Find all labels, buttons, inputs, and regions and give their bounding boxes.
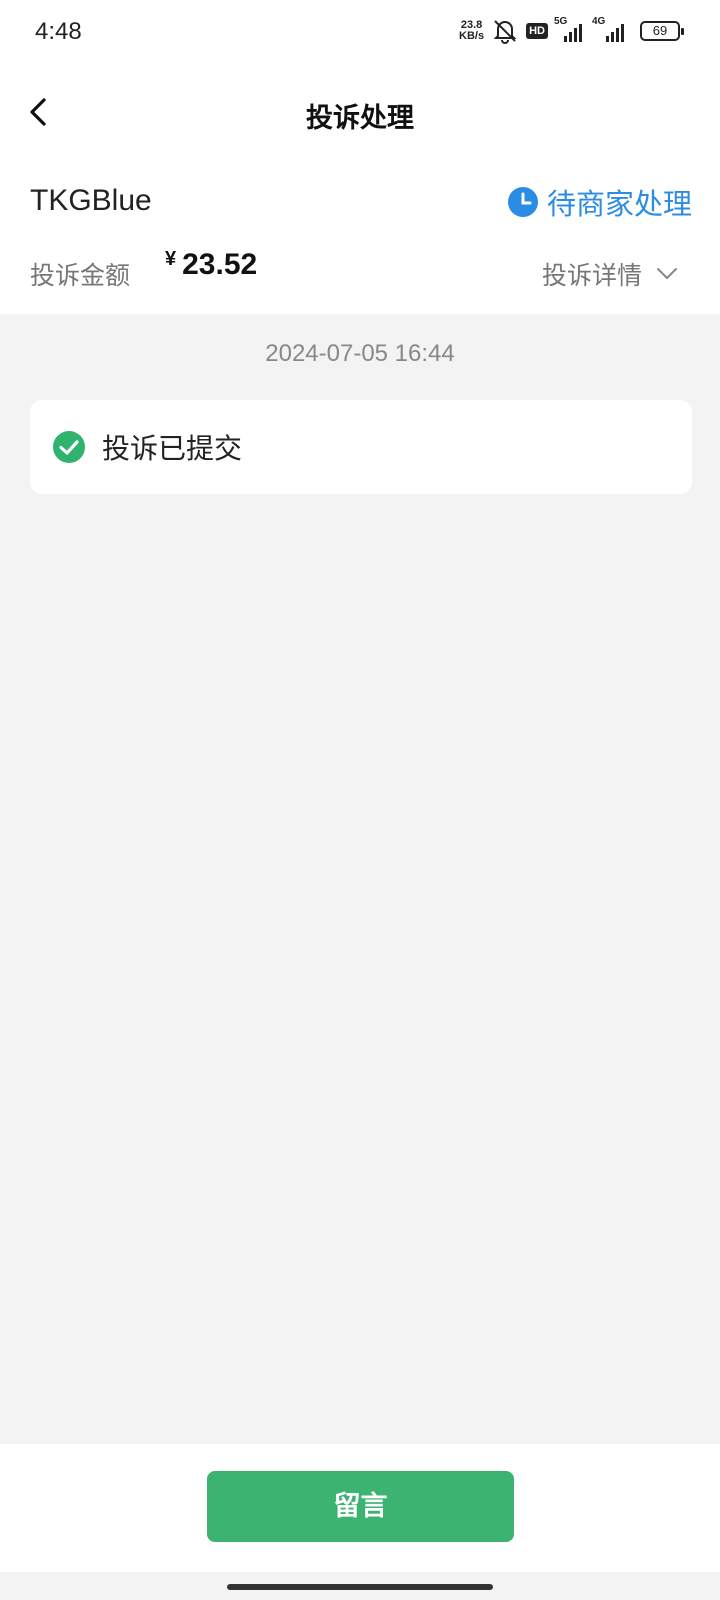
status-time: 4:48 xyxy=(35,18,82,45)
event-card: 投诉已提交 xyxy=(30,400,692,494)
amount-number: 23.52 xyxy=(182,248,258,281)
complaint-detail-toggle[interactable]: 投诉详情 xyxy=(542,256,678,292)
leave-message-button[interactable]: 留言 xyxy=(207,1471,514,1542)
bell-muted-icon xyxy=(493,20,517,44)
complaint-status-text: 待商家处理 xyxy=(546,187,692,221)
bottom-action-bar: 留言 xyxy=(0,1444,720,1572)
currency-symbol: ¥ xyxy=(165,248,177,270)
check-circle-icon xyxy=(53,431,85,463)
chevron-down-icon xyxy=(657,268,677,279)
event-text: 投诉已提交 xyxy=(102,432,243,465)
signal-5g-icon: 5G xyxy=(554,16,586,42)
signal-5g-tag: 5G xyxy=(554,16,568,27)
complaint-status: 待商家处理 xyxy=(507,181,692,223)
amount-label: 投诉金额 xyxy=(30,261,131,290)
home-indicator[interactable] xyxy=(227,1584,493,1590)
battery-icon: 69 xyxy=(640,21,684,41)
page-title: 投诉处理 xyxy=(306,103,414,134)
complaint-detail-label: 投诉详情 xyxy=(541,261,642,290)
merchant-name: TKGBlue xyxy=(30,184,152,217)
status-icons: 23.8 KB/s HD 5G 4G 69 xyxy=(459,16,684,46)
signal-4g-icon: 4G xyxy=(592,16,632,42)
signal-4g-tag: 4G xyxy=(592,16,606,27)
amount-value: ¥23.52 xyxy=(165,248,257,282)
network-speed-unit: KB/s xyxy=(459,30,485,42)
hd-badge: HD xyxy=(526,23,548,39)
complaint-header: 投诉处理 TKGBlue 待商家处理 投诉金额 ¥23.52 投诉详情 xyxy=(0,66,720,314)
event-timestamp: 2024-07-05 16:44 xyxy=(265,340,455,367)
clock-icon xyxy=(507,187,538,217)
status-bar: 4:48 23.8 KB/s HD 5G 4G 69 xyxy=(0,0,720,66)
network-speed: 23.8 KB/s xyxy=(459,20,484,42)
